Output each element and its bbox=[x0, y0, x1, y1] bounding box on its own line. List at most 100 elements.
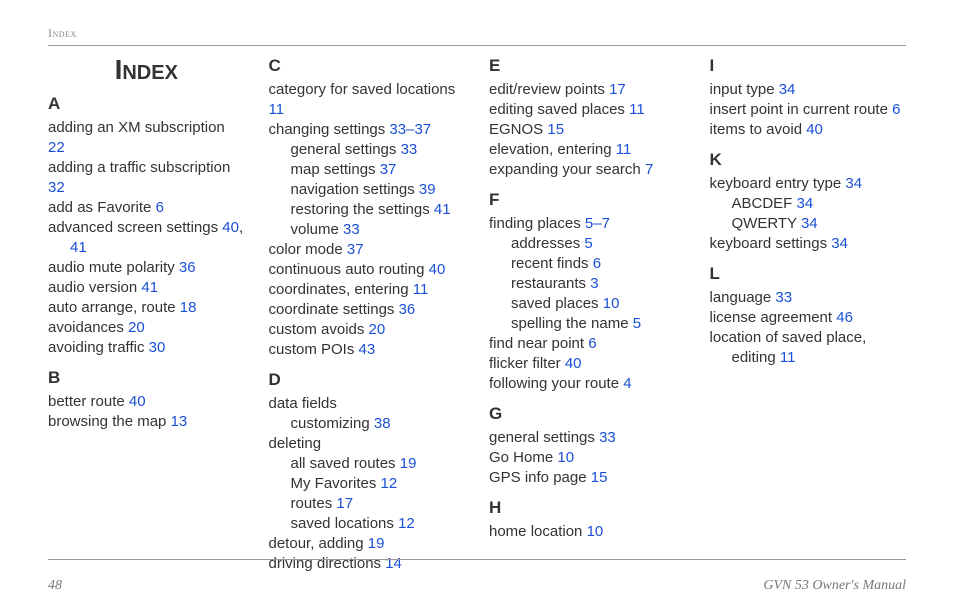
index-page-ref[interactable]: 11 bbox=[629, 101, 645, 118]
index-page-ref[interactable]: 40 bbox=[806, 121, 823, 138]
index-page-ref[interactable]: 17 bbox=[609, 81, 626, 98]
index-entry-text: volume bbox=[291, 221, 344, 238]
index-entry-text: editing bbox=[732, 349, 780, 366]
index-entry-text: Go Home bbox=[489, 449, 557, 466]
index-entry: coordinate settings 36 bbox=[269, 300, 466, 320]
index-entry-text: input type bbox=[710, 81, 779, 98]
index-page-ref[interactable]: 3 bbox=[590, 275, 598, 292]
index-entry-text: routes bbox=[291, 495, 337, 512]
index-page-ref[interactable]: 12 bbox=[381, 475, 398, 492]
index-page-ref[interactable]: 38 bbox=[374, 415, 391, 432]
index-entry-text: recent finds bbox=[511, 255, 593, 272]
index-page-ref[interactable]: 5–7 bbox=[585, 215, 610, 232]
index-page-ref[interactable]: 32 bbox=[48, 179, 65, 196]
index-entry: license agreement 46 bbox=[710, 308, 907, 328]
index-entry: changing settings 33–37 bbox=[269, 120, 466, 140]
index-page-ref[interactable]: 33 bbox=[343, 221, 360, 238]
index-page-ref[interactable]: 33–37 bbox=[389, 121, 431, 138]
index-entry-text: flicker filter bbox=[489, 355, 565, 372]
index-page-ref[interactable]: 34 bbox=[801, 215, 818, 232]
index-entry-text: EGNOS bbox=[489, 121, 547, 138]
index-entry-text: color mode bbox=[269, 241, 347, 258]
index-letter: D bbox=[269, 370, 466, 390]
index-page-ref[interactable]: 36 bbox=[179, 259, 196, 276]
index-page-ref[interactable]: 15 bbox=[591, 469, 608, 486]
index-page-ref[interactable]: 5 bbox=[584, 235, 592, 252]
index-page-ref[interactable]: 34 bbox=[831, 235, 848, 252]
index-entry-text: all saved routes bbox=[291, 455, 400, 472]
index-page-ref[interactable]: 14 bbox=[385, 555, 402, 572]
index-page-ref[interactable]: 40 bbox=[565, 355, 582, 372]
index-page-ref[interactable]: 11 bbox=[780, 349, 796, 366]
index-page-ref[interactable]: 30 bbox=[149, 339, 166, 356]
index-page-ref[interactable]: 18 bbox=[180, 299, 197, 316]
index-page-ref[interactable]: 6 bbox=[593, 255, 601, 272]
index-page-ref[interactable]: 5 bbox=[633, 315, 641, 332]
index-entry-text: saved places bbox=[511, 295, 603, 312]
index-page-ref[interactable]: 39 bbox=[419, 181, 436, 198]
index-page-ref[interactable]: 19 bbox=[400, 455, 417, 472]
index-page-ref[interactable]: 12 bbox=[398, 515, 415, 532]
index-page-ref[interactable]: 37 bbox=[347, 241, 364, 258]
index-page-ref[interactable]: 10 bbox=[587, 523, 604, 540]
index-page-ref[interactable]: 34 bbox=[797, 195, 814, 212]
index-entry: input type 34 bbox=[710, 80, 907, 100]
manual-title: GVN 53 Owner's Manual bbox=[763, 578, 906, 594]
index-entry-text: category for saved locations bbox=[269, 81, 456, 98]
index-page-ref[interactable]: 10 bbox=[557, 449, 574, 466]
index-page-ref[interactable]: 4 bbox=[623, 375, 631, 392]
index-page-ref[interactable]: 17 bbox=[336, 495, 353, 512]
index-page-ref[interactable]: 40 bbox=[222, 219, 239, 236]
index-page-ref[interactable]: 36 bbox=[399, 301, 416, 318]
index-page-ref[interactable]: 13 bbox=[171, 413, 188, 430]
index-page-ref[interactable]: 6 bbox=[588, 335, 596, 352]
index-page-ref[interactable]: 34 bbox=[845, 175, 862, 192]
index-entry: insert point in current route 6 bbox=[710, 100, 907, 120]
index-letter: L bbox=[710, 264, 907, 284]
index-entry-text: keyboard entry type bbox=[710, 175, 846, 192]
index-page-ref[interactable]: 46 bbox=[836, 309, 853, 326]
index-page-ref[interactable]: 43 bbox=[359, 341, 376, 358]
index-page-ref[interactable]: 20 bbox=[369, 321, 386, 338]
index-page-ref[interactable]: 41 bbox=[70, 239, 87, 256]
index-page-ref[interactable]: 22 bbox=[48, 139, 65, 156]
index-page-ref[interactable]: 33 bbox=[401, 141, 418, 158]
index-entry: items to avoid 40 bbox=[710, 120, 907, 140]
index-entry: find near point 6 bbox=[489, 334, 686, 354]
index-entry-text: following your route bbox=[489, 375, 623, 392]
index-entry: location of saved place,editing 11 bbox=[710, 328, 907, 368]
index-entry: continuous auto routing 40 bbox=[269, 260, 466, 280]
index-page-ref[interactable]: 7 bbox=[645, 161, 653, 178]
index-entry: edit/review points 17 bbox=[489, 80, 686, 100]
index-page-ref[interactable]: 41 bbox=[434, 201, 451, 218]
index-page-ref[interactable]: 41 bbox=[141, 279, 158, 296]
index-entry: editing saved places 11 bbox=[489, 100, 686, 120]
index-page-ref[interactable]: 10 bbox=[603, 295, 620, 312]
index-entry-text: coordinates, entering bbox=[269, 281, 413, 298]
index-page-ref[interactable]: 19 bbox=[368, 535, 385, 552]
index-page-ref[interactable]: 33 bbox=[599, 429, 616, 446]
index-page-ref[interactable]: 34 bbox=[779, 81, 796, 98]
index-page-ref[interactable]: 6 bbox=[892, 101, 900, 118]
index-entry-text: keyboard settings bbox=[710, 235, 832, 252]
index-entry: color mode 37 bbox=[269, 240, 466, 260]
index-page-ref[interactable]: 11 bbox=[269, 101, 285, 118]
index-page-ref[interactable]: 40 bbox=[129, 393, 146, 410]
index-page-ref[interactable]: 37 bbox=[380, 161, 397, 178]
index-page-ref[interactable]: 20 bbox=[128, 319, 145, 336]
index-page-ref[interactable]: 11 bbox=[413, 281, 429, 298]
index-entry: adding an XM subscription 22 bbox=[48, 118, 245, 158]
index-entry-text: custom POIs bbox=[269, 341, 359, 358]
index-entry-text: restoring the settings bbox=[291, 201, 434, 218]
index-page-ref[interactable]: 15 bbox=[547, 121, 564, 138]
index-page-ref[interactable]: 11 bbox=[616, 141, 632, 158]
bottom-rule bbox=[48, 559, 906, 560]
index-entry-text: map settings bbox=[291, 161, 380, 178]
index-page-ref[interactable]: 40 bbox=[429, 261, 446, 278]
index-page-ref[interactable]: 6 bbox=[156, 199, 164, 216]
index-entry-text: navigation settings bbox=[291, 181, 419, 198]
index-entry-text: elevation, entering bbox=[489, 141, 616, 158]
index-page-ref[interactable]: 33 bbox=[775, 289, 792, 306]
index-entry-text: avoiding traffic bbox=[48, 339, 149, 356]
index-entry: advanced screen settings 40, 41 bbox=[48, 218, 245, 258]
